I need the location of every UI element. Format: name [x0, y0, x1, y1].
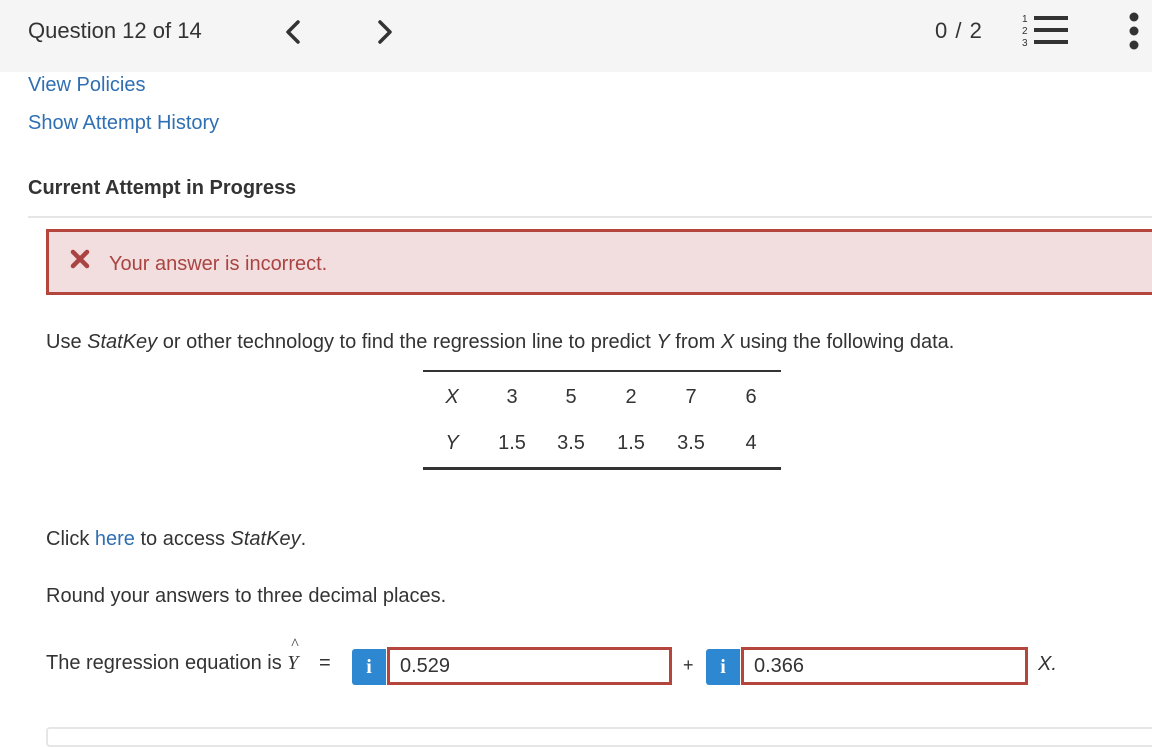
- problem-x-var: X: [720, 331, 735, 353]
- y-symbol: Y: [287, 652, 299, 674]
- table-x-label: X: [445, 386, 459, 408]
- y-hat-symbol: ^ Y: [287, 636, 299, 675]
- table-x-cell: 6: [745, 386, 757, 408]
- alert-message: Your answer is incorrect.: [109, 253, 328, 275]
- table-x-cell: 2: [625, 386, 637, 408]
- next-section-frame: [46, 727, 1152, 747]
- equation-label-text: The regression equation is: [46, 652, 288, 674]
- hat-glyph: ^: [291, 636, 299, 653]
- problem-tool: StatKey: [87, 331, 158, 353]
- table-x-cell: 3: [506, 386, 518, 408]
- question-counter: Question 12 of 14: [28, 18, 202, 43]
- chevron-right-icon[interactable]: [368, 16, 400, 48]
- table-top-rule: [423, 370, 781, 372]
- info-icon[interactable]: i: [706, 649, 740, 685]
- table-bottom-rule: [423, 467, 781, 470]
- problem-suffix: using the following data.: [734, 331, 955, 353]
- problem-y-var: Y: [656, 331, 670, 353]
- table-y-cell: 1.5: [617, 432, 645, 454]
- question-header: Question 12 of 14 0 / 2 1 2 3: [0, 0, 1152, 72]
- slope-input[interactable]: [741, 647, 1028, 685]
- svg-text:2: 2: [1022, 26, 1028, 37]
- view-policies-link[interactable]: View Policies: [28, 74, 145, 97]
- table-y-cell: 3.5: [557, 432, 585, 454]
- table-y-cell: 3.5: [677, 432, 705, 454]
- table-y-cell: 1.5: [498, 432, 526, 454]
- svg-text:1: 1: [1022, 14, 1028, 25]
- problem-from: from: [669, 331, 721, 353]
- statkey-tool: StatKey: [230, 528, 301, 550]
- statkey-to-access: to access: [134, 528, 231, 550]
- plus-sign: +: [683, 655, 694, 675]
- attempt-heading: Current Attempt in Progress: [28, 177, 297, 199]
- table-x-cell: 5: [565, 386, 577, 408]
- table-y-label: Y: [445, 432, 459, 454]
- close-x-icon: [70, 249, 90, 269]
- score-display: 0 / 2: [935, 18, 983, 43]
- round-instruction: Round your answers to three decimal plac…: [46, 585, 447, 607]
- equation-label: The regression equation is ^ Y: [46, 636, 299, 675]
- problem-statement: Use StatKey or other technology to find …: [46, 331, 954, 354]
- numbered-list-icon[interactable]: 1 2 3: [1018, 10, 1074, 50]
- problem-middle: or other technology to find the regressi…: [157, 331, 657, 353]
- data-table: X 3 5 2 7 6 Y 1.5 3.5 1.5 3.5 4: [423, 370, 781, 470]
- statkey-here-link[interactable]: here: [95, 528, 135, 550]
- table-x-cell: 7: [685, 386, 697, 408]
- more-vertical-icon[interactable]: [1124, 10, 1144, 54]
- divider: [28, 216, 1152, 218]
- show-attempt-history-link[interactable]: Show Attempt History: [28, 112, 219, 135]
- statkey-instruction: Click here to access StatKey.: [46, 528, 306, 551]
- chevron-left-icon[interactable]: [278, 16, 310, 48]
- statkey-period: .: [300, 528, 307, 550]
- table-y-cell: 4: [745, 432, 757, 454]
- x-suffix: X.: [1038, 653, 1057, 675]
- incorrect-alert: Your answer is incorrect.: [46, 229, 1152, 295]
- svg-text:3: 3: [1022, 38, 1028, 49]
- problem-prefix: Use: [46, 331, 88, 353]
- statkey-click: Click: [46, 528, 95, 550]
- info-icon[interactable]: i: [352, 649, 386, 685]
- equals-sign: =: [319, 652, 331, 674]
- intercept-input[interactable]: [387, 647, 672, 685]
